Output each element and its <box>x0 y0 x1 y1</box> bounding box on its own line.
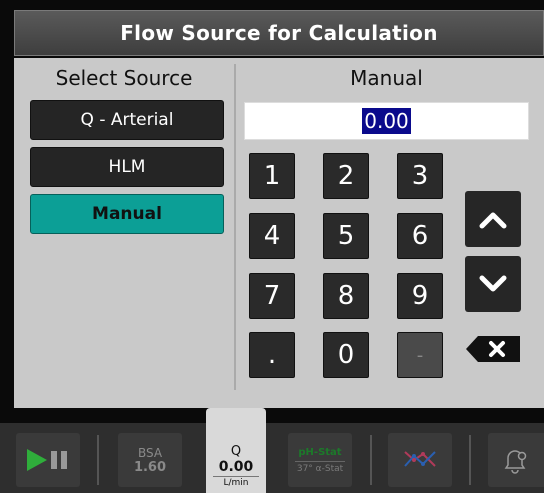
dialog-title: Flow Source for Calculation <box>14 10 544 56</box>
q-value: 0.00 <box>218 459 254 475</box>
flow-q-tab[interactable]: Q 0.00 L/min <box>206 408 266 493</box>
key-2[interactable]: 2 <box>323 153 369 199</box>
panel-divider <box>234 64 236 390</box>
key-3[interactable]: 3 <box>397 153 443 199</box>
ph-stat-divider <box>295 460 345 462</box>
bsa-button[interactable]: BSA 1.60 <box>118 433 182 487</box>
source-manual-button[interactable]: Manual <box>30 194 224 234</box>
key-6[interactable]: 6 <box>397 213 443 259</box>
key-0[interactable]: 0 <box>323 332 369 378</box>
toolbar-separator <box>370 435 372 485</box>
source-hlm-button[interactable]: HLM <box>30 147 224 187</box>
q-unit: L/min <box>223 478 249 488</box>
ph-stat-mode: 37° α-Stat <box>296 463 344 474</box>
source-q-arterial-button[interactable]: Q - Arterial <box>30 100 224 140</box>
ph-stat-button[interactable]: pH-Stat 37° α-Stat <box>288 433 352 487</box>
manual-value-field[interactable]: 0.00 <box>244 102 529 140</box>
manual-heading: Manual <box>350 66 423 90</box>
key-4[interactable]: 4 <box>249 213 295 259</box>
bsa-value: 1.60 <box>133 459 167 475</box>
key-8[interactable]: 8 <box>323 273 369 319</box>
backspace-icon <box>466 336 520 362</box>
bottom-toolbar: BSA 1.60 pH-Stat 37° α-Stat <box>0 423 544 493</box>
bell-gear-icon <box>504 450 527 474</box>
key-minus[interactable]: - <box>397 332 443 378</box>
increment-button[interactable] <box>465 191 521 247</box>
decrement-button[interactable] <box>465 256 521 312</box>
ph-stat-label: pH-Stat <box>298 446 342 458</box>
dialog-panel: Select Source Q - Arterial HLM Manual Ma… <box>14 58 544 408</box>
q-divider <box>213 476 259 477</box>
trends-button[interactable] <box>388 433 452 487</box>
manual-value-text: 0.00 <box>362 108 411 134</box>
chevron-down-icon <box>479 275 507 292</box>
toolbar-separator <box>97 435 99 485</box>
backspace-button[interactable] <box>464 334 522 364</box>
select-source-heading: Select Source <box>55 66 193 90</box>
key-9[interactable]: 9 <box>397 273 443 319</box>
key-decimal[interactable]: . <box>249 332 295 378</box>
key-5[interactable]: 5 <box>323 213 369 259</box>
key-7[interactable]: 7 <box>249 273 295 319</box>
trend-graph-icon <box>404 451 436 467</box>
play-pause-icon <box>27 449 67 471</box>
play-pause-button[interactable] <box>16 433 80 487</box>
q-label: Q <box>230 444 242 459</box>
toolbar-separator <box>469 435 471 485</box>
bsa-label: BSA <box>137 445 163 460</box>
alarm-settings-button[interactable] <box>488 433 544 487</box>
key-1[interactable]: 1 <box>249 153 295 199</box>
chevron-up-icon <box>479 212 507 229</box>
app-frame: Flow Source for Calculation Select Sourc… <box>0 0 544 493</box>
